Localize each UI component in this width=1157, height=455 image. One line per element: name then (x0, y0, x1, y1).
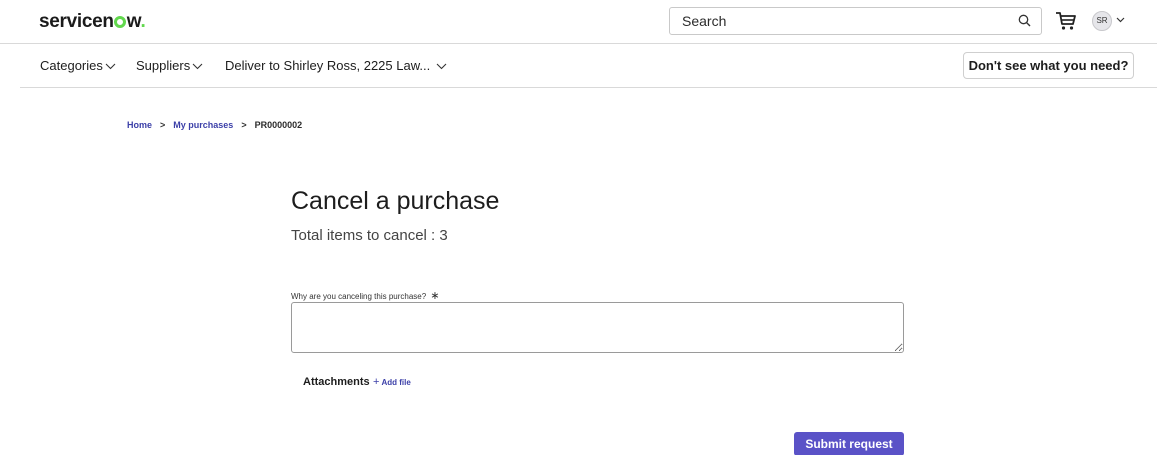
reason-label: Why are you canceling this purchase? ∗ (291, 289, 440, 302)
search-box[interactable] (669, 7, 1042, 35)
avatar[interactable]: SR (1092, 11, 1112, 31)
nav-bar: Categories Suppliers Deliver to Shirley … (20, 44, 1157, 88)
chevron-down-icon[interactable] (1116, 17, 1125, 23)
chevron-down-icon (436, 63, 447, 70)
top-header: servicenw. SR (0, 0, 1157, 44)
required-mark: ∗ (430, 290, 440, 302)
nav-suppliers[interactable]: Suppliers (136, 58, 203, 73)
submit-request-button[interactable]: Submit request (794, 432, 904, 455)
add-file-link[interactable]: + Add file (373, 376, 411, 388)
add-file-label: Add file (381, 378, 411, 387)
nav-deliver-label: Deliver to Shirley Ross, 2225 Law... (225, 58, 431, 73)
breadcrumb-separator: > (160, 120, 166, 130)
plus-icon: + (373, 376, 380, 388)
chevron-down-icon (192, 63, 203, 70)
search-icon[interactable] (1017, 13, 1033, 29)
search-input[interactable] (670, 8, 1000, 34)
nav-deliver-to[interactable]: Deliver to Shirley Ross, 2225 Law... (225, 58, 447, 73)
nav-categories[interactable]: Categories (40, 58, 116, 73)
reason-textarea[interactable] (291, 302, 904, 353)
attachments-label: Attachments (303, 376, 370, 388)
cart-icon[interactable] (1055, 11, 1077, 31)
breadcrumb-separator: > (241, 120, 247, 130)
page-title: Cancel a purchase (291, 187, 500, 215)
reason-label-text: Why are you canceling this purchase? (291, 292, 427, 301)
chevron-down-icon (105, 63, 116, 70)
nav-suppliers-label: Suppliers (136, 58, 191, 73)
items-to-cancel-count: Total items to cancel : 3 (291, 227, 448, 244)
nav-categories-label: Categories (40, 58, 103, 73)
breadcrumb-my-purchases[interactable]: My purchases (173, 120, 233, 130)
breadcrumb-home[interactable]: Home (127, 120, 152, 130)
dont-see-what-you-need-button[interactable]: Don't see what you need? (963, 52, 1134, 79)
servicenow-logo[interactable]: servicen w. (39, 11, 146, 33)
breadcrumb: Home > My purchases > PR0000002 (127, 120, 302, 130)
breadcrumb-current: PR0000002 (254, 120, 303, 130)
